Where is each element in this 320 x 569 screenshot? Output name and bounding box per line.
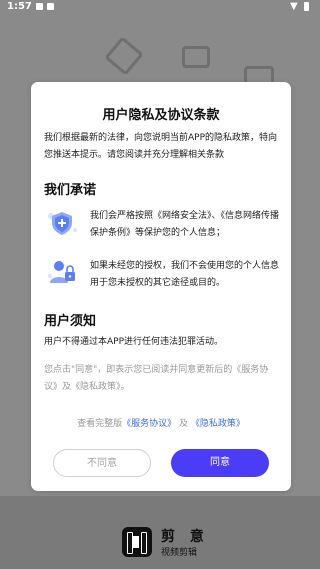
promise-text-1: 我们会严格按照《网络安全法》、《信息网络传播保护条例》等保护您的个人信息； (90, 211, 280, 238)
agree-button[interactable]: 同意 (171, 449, 269, 477)
links-and: 及 (179, 419, 189, 429)
notice-heading: 用户须知 (44, 314, 97, 329)
privacy-policy-link[interactable]: 《隐私政策》 (191, 419, 245, 429)
consent-text: 您点击"同意"，即表示您已阅读并同意更新后的《服务协议》及《隐私政策》。 (44, 365, 269, 392)
app-name: 剪 意 (161, 529, 209, 545)
status-time: 1:57 (7, 1, 32, 12)
notice-text: 用户不得通过本APP进行任何违法犯罪活动。 (44, 337, 224, 347)
notification-icon-2 (47, 3, 54, 10)
monitor-icon-bg (182, 46, 210, 68)
pen-icon-bg (104, 36, 144, 76)
app-subtitle: 视频剪辑 (161, 548, 198, 558)
shield-icon (45, 210, 79, 236)
promise-heading: 我们承诺 (44, 183, 97, 198)
battery-icon (304, 2, 309, 11)
wifi-icon: ▼ (290, 1, 298, 12)
user-lock-icon (45, 258, 79, 284)
service-agreement-link[interactable]: 《服务协议》 (122, 419, 176, 429)
privacy-dialog: 用户隐私及协议条款 我们根据最新的法律，向您说明当前APP的隐私政策，特向您推送… (31, 82, 291, 491)
agreement-links: 查看完整版《服务协议》 及 《隐私政策》 (31, 416, 291, 429)
links-prefix: 查看完整版 (77, 419, 123, 429)
app-logo-icon (122, 527, 152, 557)
disagree-button[interactable]: 不同意 (53, 449, 151, 477)
dialog-intro: 我们根据最新的法律，向您说明当前APP的隐私政策，特向您推送本提示。请您阅读并充… (44, 133, 278, 160)
notification-icon (36, 3, 43, 10)
promise-text-2: 如果未经您的授权，我们不会使用您的个人信息用于您未授权的其它途径或目的。 (90, 261, 280, 288)
dialog-title: 用户隐私及协议条款 (102, 108, 220, 123)
status-bar: 1:57 ▼ (0, 0, 320, 14)
footer-background (0, 496, 320, 569)
